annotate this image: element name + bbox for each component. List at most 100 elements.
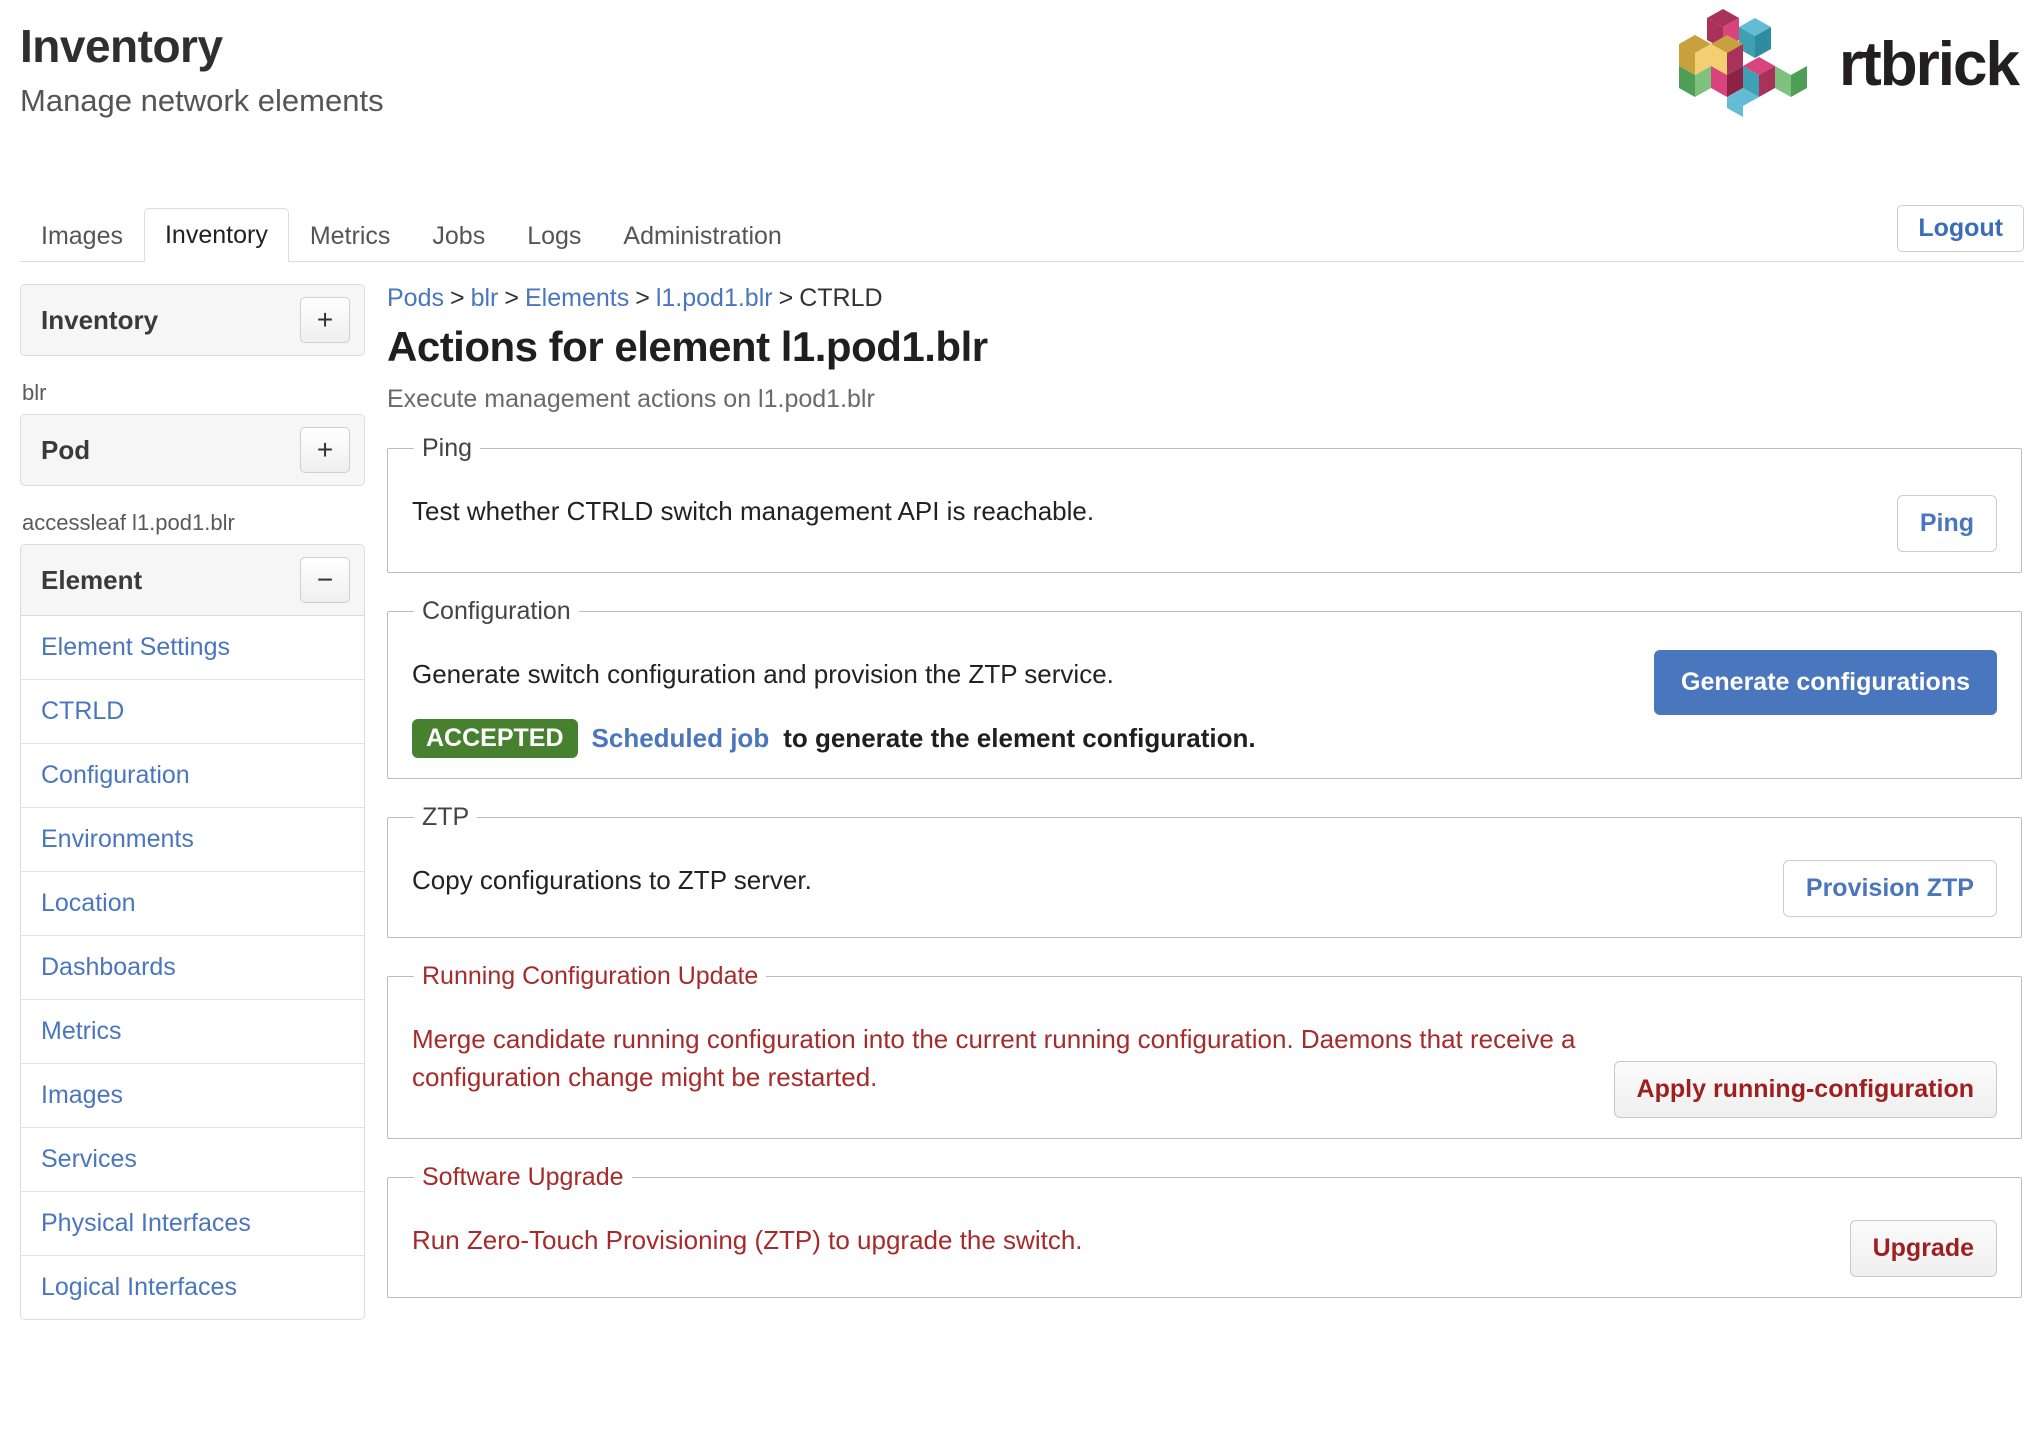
sidebar-panel-inventory-head: Inventory + (21, 285, 364, 355)
generate-configurations-button[interactable]: Generate configurations (1654, 649, 1997, 715)
list-item: Images (21, 1064, 364, 1128)
sidebar-element-nav: Element Settings CTRLD Configuration Env… (21, 615, 364, 1319)
configuration-status-line: ACCEPTED Scheduled job to generate the e… (412, 719, 1630, 759)
section-software-upgrade-actions: Upgrade (1849, 1206, 1997, 1277)
breadcrumb: Pods > blr > Elements > l1.pod1.blr > CTRLD (387, 284, 2022, 313)
sidebar-item-location[interactable]: Location (21, 872, 364, 935)
list-item: Metrics (21, 1000, 364, 1064)
breadcrumb-separator: > (778, 284, 794, 312)
sidebar-item-metrics[interactable]: Metrics (21, 1000, 364, 1063)
sidebar-item-physical-interfaces[interactable]: Physical Interfaces (21, 1192, 364, 1255)
breadcrumb-item-pods[interactable]: Pods (387, 284, 444, 312)
section-ztp-body: Copy configurations to ZTP server. (412, 846, 1759, 900)
breadcrumb-item-element[interactable]: l1.pod1.blr (656, 284, 773, 312)
section-ping-body: Test whether CTRLD switch management API… (412, 477, 1873, 531)
section-ztp-text: Copy configurations to ZTP server. (412, 865, 812, 896)
apply-running-configuration-button[interactable]: Apply running-configuration (1613, 1061, 1997, 1118)
tab-images[interactable]: Images (20, 209, 144, 262)
rtbrick-logo-icon (1679, 9, 1808, 117)
tab-metrics[interactable]: Metrics (289, 209, 412, 262)
tab-inventory[interactable]: Inventory (143, 208, 289, 262)
page-header: Inventory Manage network elements rtbric… (0, 0, 2044, 200)
plus-icon[interactable]: + (300, 297, 350, 343)
sidebar-item-services[interactable]: Services (21, 1128, 364, 1191)
section-ztp-legend: ZTP (422, 803, 470, 832)
breadcrumb-item-ctrld: CTRLD (799, 284, 883, 312)
page-title: Actions for element l1.pod1.blr (387, 323, 988, 370)
sidebar: Inventory + blr Pod + accessleaf l1.pod1… (0, 284, 385, 1320)
section-software-upgrade-body: Run Zero-Touch Provisioning (ZTP) to upg… (412, 1206, 1826, 1260)
list-item: Configuration (21, 744, 364, 808)
body-wrapper: Inventory + blr Pod + accessleaf l1.pod1… (0, 262, 2044, 1322)
sidebar-panel-pod-title: Pod (41, 434, 91, 465)
brand-name: rtbrick (1839, 30, 2020, 99)
section-running-configuration-update-actions: Apply running-configuration (1613, 1005, 1997, 1118)
tab-jobs[interactable]: Jobs (411, 209, 506, 262)
section-configuration-row: Generate switch configuration and provis… (412, 640, 1997, 759)
section-ping-legend: Ping (422, 434, 473, 462)
brand: rtbrick (1671, 4, 2020, 126)
section-configuration-body: Generate switch configuration and provis… (412, 640, 1630, 759)
section-running-configuration-update-text: Merge candidate running configuration in… (412, 1024, 1576, 1092)
section-running-configuration-update-body: Merge candidate running configuration in… (412, 1005, 1590, 1096)
page-description: Execute management actions on l1.pod1.bl… (387, 385, 875, 413)
section-software-upgrade-text: Run Zero-Touch Provisioning (ZTP) to upg… (412, 1224, 1083, 1255)
section-software-upgrade-row: Run Zero-Touch Provisioning (ZTP) to upg… (412, 1206, 1997, 1277)
section-ping: Ping Test whether CTRLD switch managemen… (387, 434, 2022, 573)
breadcrumb-separator: > (504, 284, 519, 312)
section-software-upgrade: Software Upgrade Run Zero-Touch Provisio… (387, 1162, 2022, 1298)
section-ping-row: Test whether CTRLD switch management API… (412, 477, 1997, 552)
sidebar-item-dashboards[interactable]: Dashboards (21, 936, 364, 999)
sidebar-item-logical-interfaces[interactable]: Logical Interfaces (21, 1256, 364, 1319)
list-item: Physical Interfaces (21, 1192, 364, 1256)
sidebar-panel-inventory-title: Inventory (41, 304, 159, 335)
ping-button[interactable]: Ping (1896, 495, 1997, 552)
section-running-configuration-update-legend: Running Configuration Update (422, 962, 759, 991)
list-item: CTRLD (21, 680, 364, 744)
main-content: Pods > blr > Elements > l1.pod1.blr > CTRLD Acti… (385, 284, 2044, 1322)
sidebar-item-ctrld[interactable]: CTRLD (21, 680, 364, 743)
sidebar-panel-element-head: Element − (21, 545, 364, 615)
sidebar-group-label-element: accessleaf l1.pod1.blr (22, 510, 235, 535)
list-item: Element Settings (21, 616, 364, 680)
section-ping-actions: Ping (1896, 477, 1997, 552)
breadcrumb-item-blr[interactable]: blr (471, 284, 499, 312)
minus-icon[interactable]: − (300, 557, 350, 603)
list-item: Location (21, 872, 364, 936)
provision-ztp-button[interactable]: Provision ZTP (1782, 860, 1997, 918)
section-configuration-actions: Generate configurations (1654, 640, 1997, 715)
upgrade-button[interactable]: Upgrade (1849, 1219, 1997, 1277)
tab-administration[interactable]: Administration (602, 209, 802, 262)
logout-button[interactable]: Logout (1897, 204, 2024, 252)
sidebar-item-images[interactable]: Images (21, 1064, 364, 1127)
main-tabbar: Images Inventory Metrics Jobs Logs Admin… (20, 200, 2024, 262)
list-item: Environments (21, 808, 364, 872)
section-software-upgrade-legend: Software Upgrade (422, 1162, 624, 1191)
sidebar-panel-pod: Pod + (20, 414, 365, 486)
plus-icon[interactable]: + (300, 427, 350, 473)
section-ztp-row: Copy configurations to ZTP server. Provi… (412, 846, 1997, 918)
sidebar-item-environments[interactable]: Environments (21, 808, 364, 871)
sidebar-panel-pod-head: Pod + (21, 415, 364, 485)
section-ztp: ZTP Copy configurations to ZTP server. P… (387, 803, 2022, 939)
section-configuration: Configuration Generate switch configurat… (387, 596, 2022, 780)
sidebar-item-configuration[interactable]: Configuration (21, 744, 364, 807)
list-item: Services (21, 1128, 364, 1192)
section-configuration-text: Generate switch configuration and provis… (412, 658, 1114, 689)
sidebar-item-element-settings[interactable]: Element Settings (21, 616, 364, 679)
tab-logs[interactable]: Logs (506, 209, 602, 262)
breadcrumb-item-elements[interactable]: Elements (525, 284, 629, 312)
list-item: Dashboards (21, 936, 364, 1000)
configuration-status-text: to generate the element configuration. (783, 723, 1256, 754)
section-ping-text: Test whether CTRLD switch management API… (412, 496, 1095, 526)
sidebar-group-label-blr: blr (22, 380, 47, 405)
status-badge: ACCEPTED (412, 719, 578, 759)
section-running-configuration-update: Running Configuration Update Merge candi… (387, 962, 2022, 1139)
breadcrumb-separator: > (449, 284, 465, 312)
breadcrumb-separator: > (635, 284, 650, 312)
section-ztp-actions: Provision ZTP (1782, 846, 1997, 918)
scheduled-job-link[interactable]: Scheduled job (592, 723, 770, 754)
sidebar-panel-inventory: Inventory + (20, 284, 365, 356)
sidebar-panel-element: Element − Element Settings CTRLD Configu… (20, 544, 365, 1320)
section-configuration-legend: Configuration (422, 596, 571, 625)
